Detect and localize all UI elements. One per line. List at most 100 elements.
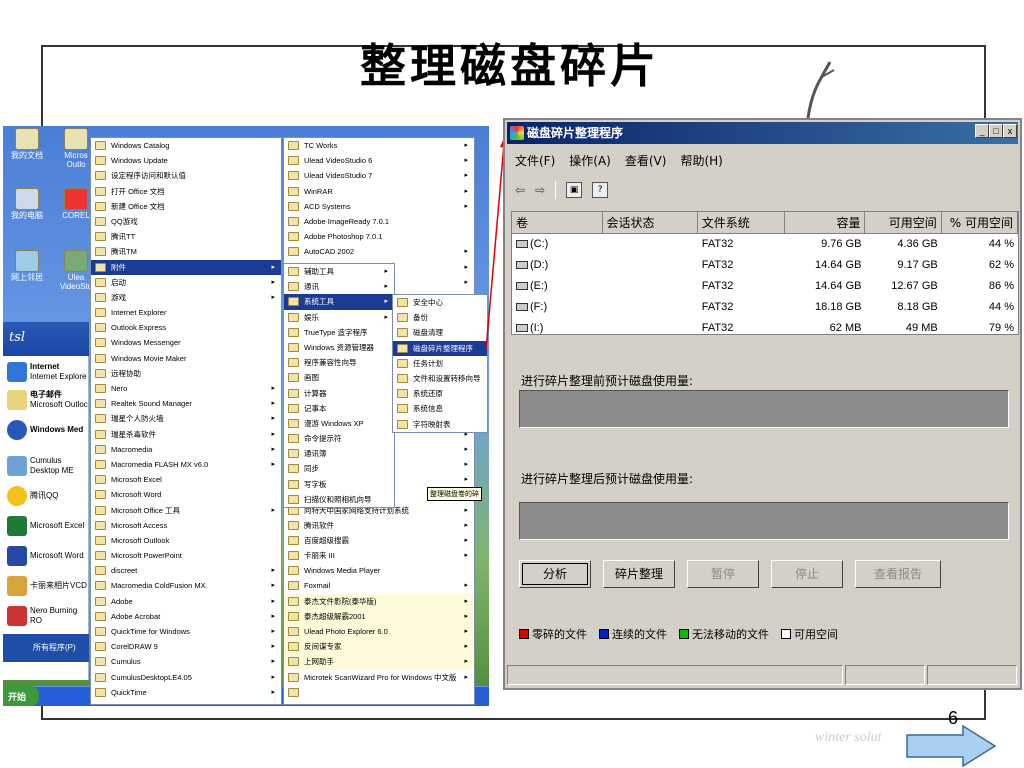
menu-item[interactable]: 文件和设置转移向导 [393,371,487,386]
start-recent-item[interactable]: Microsoft Word [7,546,91,566]
back-arrow-icon[interactable]: ⇦ [515,183,525,197]
menu-item[interactable]: 腾讯TM [91,244,281,259]
menu-item[interactable]: Microsoft PowerPoint [91,548,281,563]
menu-item[interactable]: 画图 [284,370,394,385]
maximize-button[interactable]: □ [989,124,1003,138]
menu-item[interactable]: 上网助手 ▸ [284,654,474,670]
desktop-icon-corel[interactable]: COREL [59,188,93,221]
menu-item[interactable]: 新建 Office 文档 [91,199,281,214]
menu-item[interactable]: CorelDRAW 9 ▸ [91,639,281,654]
all-programs-button[interactable]: 所有程序(P) [3,634,89,662]
menu-item[interactable]: 设定程序访问和默认值 [91,168,281,183]
start-recent-item[interactable]: 卡丽来相片VCD [7,576,91,596]
menu-item[interactable]: 漫游 Windows XP [284,416,394,431]
menu-item[interactable]: CumulusDesktopLE4.05 ▸ [91,670,281,685]
minimize-button[interactable]: _ [975,124,989,138]
menu-item[interactable]: discreet ▸ [91,563,281,578]
menu-item[interactable]: Windows Update [91,153,281,168]
console-tree-icon[interactable]: ▣ [566,182,583,198]
desktop-icon-ulead[interactable]: Ulea VideoStu [59,250,93,292]
menu-item[interactable]: Adobe Acrobat ▸ [91,609,281,624]
menu-item[interactable]: 远程协助 [91,366,281,381]
menu-file[interactable]: 文件(F) [515,152,555,172]
stop-button[interactable]: 停止 [771,560,843,588]
view-report-button[interactable]: 查看报告 [855,560,941,588]
menu-item[interactable]: 通讯 ▸ [284,279,394,294]
menu-item[interactable]: Cumulus ▸ [91,654,281,669]
start-recent-item[interactable]: 腾讯QQ [7,486,91,506]
menu-item[interactable]: Microtek ScanWizard Pro for Windows 中文版 ▸ [284,670,474,685]
menu-item[interactable]: 同步 [284,461,394,476]
menu-item[interactable]: Windows Media Player [284,563,474,578]
menu-item[interactable]: Realtek Sound Manager ▸ [91,396,281,411]
table-row[interactable]: (C:) FAT32 9.76 GB 4.36 GB 44 % [512,234,1018,255]
menu-item[interactable]: 瑞星杀毒软件 ▸ [91,427,281,442]
menu-item[interactable]: Windows Movie Maker [91,351,281,366]
menu-item[interactable]: Ulead VideoStudio 6 ▸ [284,153,474,168]
menu-help[interactable]: 帮助(H) [680,152,722,172]
desktop-icon-network[interactable]: 网上邻居 [3,250,51,283]
menu-item[interactable]: Microsoft Excel [91,472,281,487]
column-free-space[interactable]: 可用空间 [865,212,942,233]
menu-item[interactable]: 附件 ▸ [91,259,281,275]
start-pinned-internet[interactable]: Internet Internet Explore [7,362,91,382]
menu-item[interactable]: 通讯簿 [284,446,394,461]
start-recent-item[interactable]: Cumulus Desktop ME [7,456,91,476]
menu-item[interactable]: Macromedia ColdFusion MX ▸ [91,578,281,593]
menu-item[interactable]: Microsoft Office 工具 ▸ [91,503,281,518]
menu-item[interactable]: 辅助工具 ▸ [284,264,394,279]
help-icon[interactable]: ? [592,182,609,198]
start-recent-item[interactable]: Microsoft Excel [7,516,91,536]
table-row[interactable]: (I:) FAT32 62 MB 49 MB 79 % [512,318,1018,339]
menu-item[interactable]: Windows Messenger [91,335,281,350]
menu-item[interactable]: QuickTime for Windows ▸ [91,624,281,639]
menu-item[interactable]: Adobe Photoshop 7.0.1 [284,229,474,244]
menu-item[interactable]: Microsoft Outlook [91,533,281,548]
next-slide-arrow-icon[interactable] [905,725,997,767]
menu-item[interactable]: Nero ▸ [91,381,281,396]
pause-button[interactable]: 暂停 [687,560,759,588]
menu-item[interactable]: Windows 资源管理器 [284,340,394,355]
menu-item[interactable]: 扫描仪和照相机向导 [284,492,394,507]
menu-item[interactable]: Windows Catalog [91,138,281,153]
menu-item[interactable]: Microsoft Word [91,487,281,502]
menu-item[interactable]: AutoCAD 2002 ▸ [284,244,474,259]
column-volume[interactable]: 卷 [512,212,603,233]
menu-item[interactable] [284,685,474,700]
menu-item[interactable]: 计算器 [284,386,394,401]
menu-item[interactable]: QQ游戏 [91,214,281,229]
menu-item[interactable]: 泰杰超级解霸2001 ▸ [284,608,474,624]
menu-item[interactable]: 反间谍专家 ▸ [284,639,474,655]
desktop-icon-outlook[interactable]: Micros Outlo [59,128,93,170]
menu-item[interactable]: 卡丽来 III ▸ [284,548,474,563]
menu-item[interactable]: Adobe ▸ [91,594,281,609]
menu-item[interactable]: 命令提示符 [284,431,394,446]
defrag-title-bar[interactable]: 磁盘碎片整理程序 [507,122,1018,144]
menu-item[interactable]: 安全中心 [393,295,487,310]
menu-item[interactable]: 磁盘碎片整理程序 [393,340,487,356]
column-capacity[interactable]: 容量 [785,212,866,233]
analyze-button[interactable]: 分析 [519,560,591,588]
menu-item[interactable]: Microsoft Access [91,518,281,533]
menu-item[interactable]: WinRAR ▸ [284,184,474,199]
menu-item[interactable]: 娱乐 ▸ [284,310,394,325]
menu-item[interactable]: 磁盘清理 [393,325,487,340]
menu-item[interactable]: 系统信息 [393,401,487,416]
menu-item[interactable]: 记事本 [284,401,394,416]
menu-item[interactable]: 打开 Office 文档 [91,184,281,199]
menu-item[interactable]: 系统还原 [393,386,487,401]
menu-item[interactable]: 任务计划 [393,356,487,371]
desktop-icon-my-computer[interactable]: 我的电脑 [3,188,51,221]
menu-item[interactable]: QuickTime ▸ [91,685,281,700]
menu-item[interactable]: 百度超级搜霸 ▸ [284,533,474,548]
menu-item[interactable]: 写字板 [284,477,394,492]
start-pinned-media[interactable]: Windows Med [7,420,91,440]
menu-item[interactable]: Foxmail ▸ [284,578,474,593]
start-pinned-email[interactable]: 电子邮件 Microsoft Outloc [7,390,91,410]
table-row[interactable]: (D:) FAT32 14.64 GB 9.17 GB 62 % [512,255,1018,276]
menu-item[interactable]: Adobe ImageReady 7.0.1 [284,214,474,229]
menu-item[interactable]: Ulead Photo Explorer 6.0 ▸ [284,624,474,640]
menu-item[interactable]: 泰杰文件影院(泰华版) ▸ [284,593,474,609]
defragment-button[interactable]: 碎片整理 [603,560,675,588]
menu-item[interactable]: 系统工具 ▸ [284,294,394,310]
